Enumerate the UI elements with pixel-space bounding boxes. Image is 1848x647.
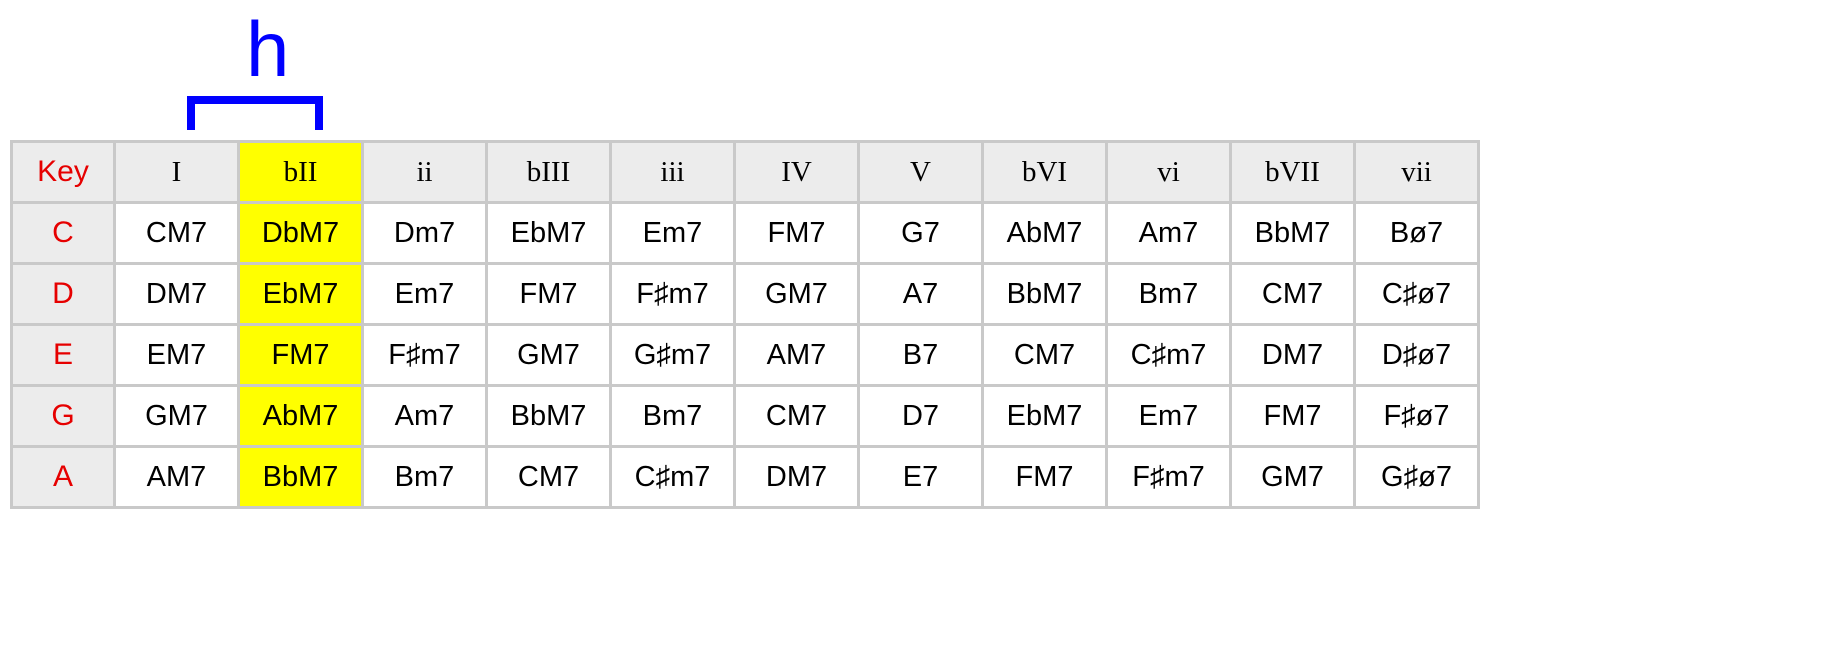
cell-highlight: EbM7 [240,265,361,323]
annotation-bracket [187,96,323,130]
cell-highlight: DbM7 [240,204,361,262]
cell: Bø7 [1356,204,1477,262]
cell: CM7 [116,204,237,262]
table-row: A AM7 BbM7 Bm7 CM7 C♯m7 DM7 E7 FM7 F♯m7 … [13,448,1477,506]
cell: EbM7 [984,387,1105,445]
cell-highlight: AbM7 [240,387,361,445]
cell: C♯m7 [1108,326,1229,384]
cell: A7 [860,265,981,323]
table-body: C CM7 DbM7 Dm7 EbM7 Em7 FM7 G7 AbM7 Am7 … [13,204,1477,506]
table-header-row: Key I bII ii bIII iii IV V bVI vi bVII v… [13,143,1477,201]
header-col-9: vi [1108,143,1229,201]
cell: DM7 [116,265,237,323]
cell: F♯m7 [612,265,733,323]
header-col-10: bVII [1232,143,1353,201]
row-key: A [13,448,113,506]
row-key: D [13,265,113,323]
cell: Am7 [364,387,485,445]
cell: CM7 [984,326,1105,384]
cell: D♯ø7 [1356,326,1477,384]
cell: F♯m7 [364,326,485,384]
cell: Bm7 [1108,265,1229,323]
cell: Em7 [612,204,733,262]
annotation-label: h [246,10,289,88]
cell-highlight: FM7 [240,326,361,384]
cell: CM7 [1232,265,1353,323]
cell: AM7 [736,326,857,384]
header-col-3: ii [364,143,485,201]
cell: GM7 [488,326,609,384]
cell: BbM7 [984,265,1105,323]
annotation-area: h [10,10,1838,140]
cell: Em7 [364,265,485,323]
cell: Bm7 [364,448,485,506]
cell: G7 [860,204,981,262]
header-col-1: I [116,143,237,201]
cell: GM7 [736,265,857,323]
header-col-2: bII [240,143,361,201]
row-key: E [13,326,113,384]
chord-table: Key I bII ii bIII iii IV V bVI vi bVII v… [10,140,1480,509]
row-key: G [13,387,113,445]
cell: DM7 [736,448,857,506]
cell: F♯ø7 [1356,387,1477,445]
cell: F♯m7 [1108,448,1229,506]
cell: EM7 [116,326,237,384]
table-row: D DM7 EbM7 Em7 FM7 F♯m7 GM7 A7 BbM7 Bm7 … [13,265,1477,323]
cell: FM7 [736,204,857,262]
cell: EbM7 [488,204,609,262]
cell: AM7 [116,448,237,506]
cell: C♯m7 [612,448,733,506]
header-col-5: iii [612,143,733,201]
cell: AbM7 [984,204,1105,262]
header-col-8: bVI [984,143,1105,201]
cell: B7 [860,326,981,384]
header-key: Key [13,143,113,201]
cell: FM7 [488,265,609,323]
cell: BbM7 [1232,204,1353,262]
row-key: C [13,204,113,262]
cell: Em7 [1108,387,1229,445]
cell: BbM7 [488,387,609,445]
cell: CM7 [488,448,609,506]
table-row: E EM7 FM7 F♯m7 GM7 G♯m7 AM7 B7 CM7 C♯m7 … [13,326,1477,384]
cell: DM7 [1232,326,1353,384]
header-col-11: vii [1356,143,1477,201]
cell: Dm7 [364,204,485,262]
cell: Am7 [1108,204,1229,262]
table-row: G GM7 AbM7 Am7 BbM7 Bm7 CM7 D7 EbM7 Em7 … [13,387,1477,445]
cell: E7 [860,448,981,506]
cell: G♯m7 [612,326,733,384]
header-col-4: bIII [488,143,609,201]
cell: GM7 [1232,448,1353,506]
cell: C♯ø7 [1356,265,1477,323]
cell: G♯ø7 [1356,448,1477,506]
cell: CM7 [736,387,857,445]
header-col-6: IV [736,143,857,201]
cell: Bm7 [612,387,733,445]
table-row: C CM7 DbM7 Dm7 EbM7 Em7 FM7 G7 AbM7 Am7 … [13,204,1477,262]
cell-highlight: BbM7 [240,448,361,506]
cell: GM7 [116,387,237,445]
cell: FM7 [984,448,1105,506]
header-col-7: V [860,143,981,201]
cell: FM7 [1232,387,1353,445]
cell: D7 [860,387,981,445]
